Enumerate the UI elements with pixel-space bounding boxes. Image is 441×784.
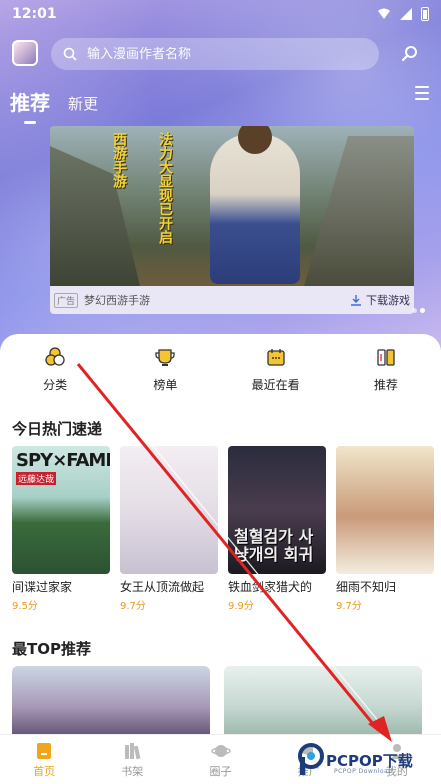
comic-title: 铁血剑家猎犬的 <box>228 580 313 594</box>
comic-score: 9.9分 <box>228 601 254 612</box>
recommend-icon <box>377 349 395 366</box>
banner-pagination <box>412 308 425 313</box>
nav-label: 首页 <box>33 764 56 778</box>
download-icon <box>351 295 361 306</box>
quick-nav-label: 推荐 <box>373 378 398 392</box>
hot-comic-list: SPY×FAMILY 远藤达哉 间谍过家家 9.5分 女王从顶流做起 9.7分 … <box>12 446 441 626</box>
avatar[interactable] <box>12 40 38 66</box>
banner-calligraphy-line2: 法力大显现已开启 <box>157 132 173 244</box>
pcpop-logo-icon <box>298 743 324 775</box>
signal-icon <box>400 8 412 20</box>
search-input[interactable] <box>87 46 347 62</box>
status-icons <box>377 7 429 21</box>
nav-label: 圈子 <box>209 764 232 778</box>
comic-score: 9.5分 <box>12 601 38 612</box>
section-title-hot-today: 今日热门速递 <box>12 420 103 438</box>
banner-image: 西游手游 法力大显现已开启 <box>50 126 414 286</box>
battery-icon <box>421 7 429 21</box>
main-content: 分类 榜单 最近在看 推荐 今日热门速递 SPY×FAMILY 远藤达哉 间谍过… <box>0 334 441 734</box>
download-game-button[interactable]: 下载游戏 <box>350 292 410 308</box>
comic-cover-author: 远藤达哉 <box>16 472 57 485</box>
comic-title: 女王从顶流做起 <box>120 580 205 594</box>
nav-home[interactable]: 首页 <box>0 735 88 784</box>
comic-card[interactable]: 철혈검가 사냥개의 회귀 铁血剑家猎犬的 9.9分 <box>228 446 326 626</box>
status-bar: 12:01 <box>0 0 441 28</box>
quick-nav-label: 最近在看 <box>251 378 300 392</box>
search-bar[interactable] <box>51 38 379 70</box>
comic-cover: 철혈검가 사냥개의 회귀 <box>228 446 326 574</box>
section-title-top-recommend: 最TOP推荐 <box>12 640 91 658</box>
nav-circle[interactable]: 圈子 <box>176 735 264 784</box>
quick-nav-recommend[interactable]: 推荐 <box>331 346 441 402</box>
search-icon <box>63 47 77 61</box>
quick-nav: 分类 榜单 最近在看 推荐 <box>0 346 441 402</box>
ad-badge: 广告 <box>54 292 79 308</box>
top-recommend-list <box>12 666 441 734</box>
quick-nav-category[interactable]: 分类 <box>0 346 110 402</box>
watermark: PCPOP下载 PCPOP Download <box>298 740 438 780</box>
tab-recommend[interactable]: 推荐 <box>10 87 50 124</box>
wifi-icon <box>378 8 390 19</box>
banner-character <box>210 134 300 284</box>
status-time: 12:01 <box>12 6 57 22</box>
download-label: 下载游戏 <box>366 294 410 307</box>
comic-cover: SPY×FAMILY 远藤达哉 <box>12 446 110 574</box>
comic-card[interactable]: 女王从顶流做起 9.7分 <box>120 446 218 626</box>
watermark-sub: PCPOP Download <box>334 768 393 775</box>
top-recommend-card[interactable] <box>12 666 210 734</box>
comic-cover <box>120 446 218 574</box>
quick-nav-ranking[interactable]: 榜单 <box>110 346 220 402</box>
comic-score: 9.7分 <box>336 601 362 612</box>
ad-banner[interactable]: 西游手游 法力大显现已开启 广告 梦幻西游手游 下载游戏 <box>50 126 414 314</box>
comic-score: 9.7分 <box>120 601 146 612</box>
ranking-icon <box>155 349 176 366</box>
search-button-icon[interactable] <box>400 44 420 64</box>
banner-footer: 广告 梦幻西游手游 下载游戏 <box>50 286 414 314</box>
nav-bookshelf[interactable]: 书架 <box>88 735 176 784</box>
circle-icon <box>210 744 231 757</box>
quick-nav-label: 分类 <box>43 378 68 392</box>
comic-cover-title: 철혈검가 사냥개의 회귀 <box>234 527 314 564</box>
home-icon <box>37 742 52 759</box>
quick-nav-recent[interactable]: 最近在看 <box>221 346 331 402</box>
recent-icon <box>266 349 285 366</box>
category-icon <box>45 347 65 366</box>
quick-nav-label: 榜单 <box>153 378 178 392</box>
bookshelf-icon <box>125 742 141 759</box>
top-tabs: 推荐 新更 <box>10 80 98 124</box>
tab-new-updates[interactable]: 新更 <box>68 93 98 116</box>
comic-cover-title: SPY×FAMILY <box>16 450 110 471</box>
menu-icon[interactable] <box>415 86 429 100</box>
top-bar <box>0 38 441 70</box>
comic-cover <box>336 446 434 574</box>
comic-card[interactable]: 细雨不知归 9.7分 <box>336 446 434 626</box>
nav-label: 书架 <box>121 764 144 778</box>
banner-title: 梦幻西游手游 <box>84 294 151 307</box>
comic-title: 间谍过家家 <box>12 580 73 594</box>
comic-title: 细雨不知归 <box>336 580 397 594</box>
top-recommend-card[interactable] <box>224 666 422 734</box>
comic-card[interactable]: SPY×FAMILY 远藤达哉 间谍过家家 9.5分 <box>12 446 110 626</box>
